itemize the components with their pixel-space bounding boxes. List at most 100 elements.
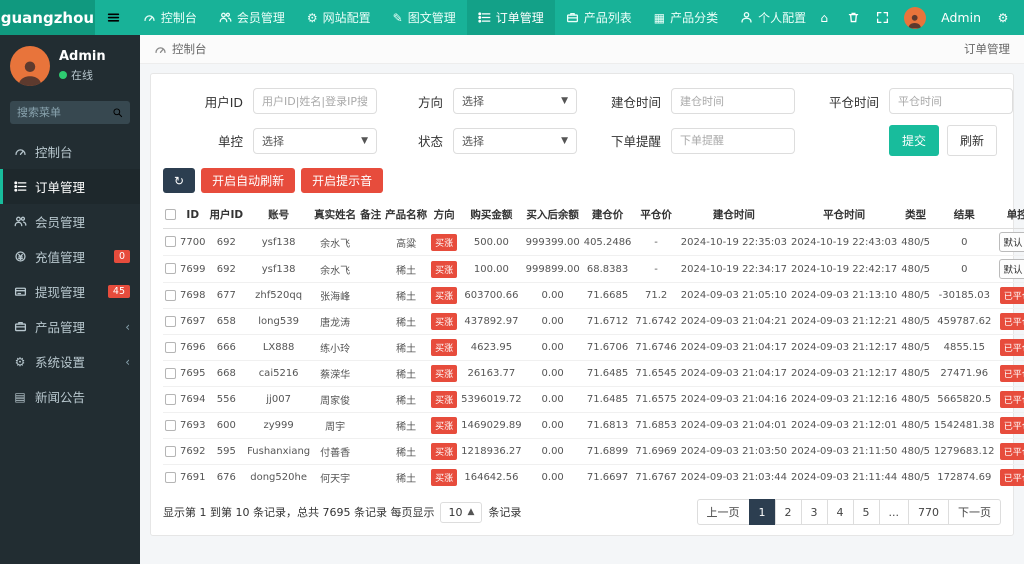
row-control-select[interactable]: 默认▾ — [998, 232, 1024, 252]
sidebar-item-label: 会员管理 — [35, 215, 86, 230]
nav-item-pen[interactable]: ✎ 图文管理 — [382, 0, 467, 35]
cell-balance: 0.00 — [523, 334, 582, 361]
closed-status-badge: 已平仓 — [999, 287, 1024, 304]
refresh-button[interactable]: 刷新 — [947, 125, 998, 156]
nav-item-briefcase[interactable]: 产品列表 — [555, 0, 643, 35]
fullscreen-icon[interactable] — [875, 11, 889, 25]
order-row: 7696 666 LX888 练小玲 稀土 买涨 4623.95 0.00 71.6706 71.… — [163, 334, 1024, 361]
nav-item-label: 订单管理 — [495, 11, 544, 25]
cell-type: 480/5 — [899, 308, 933, 335]
sidebar-item-withdraw[interactable]: 提现管理 45 — [0, 274, 140, 309]
direction-select[interactable]: 选择 ▼ — [453, 88, 577, 114]
cell-checkbox — [163, 282, 178, 309]
row-checkbox[interactable] — [165, 289, 176, 301]
per-page-select[interactable]: 10 ▲ — [440, 501, 483, 523]
nav-item-person[interactable]: 个人配置 — [729, 0, 817, 35]
chevron-up-icon: ▲ — [467, 507, 475, 517]
sidebar-item-briefcase[interactable]: 产品管理 ‹ — [0, 309, 140, 344]
select-all-header[interactable] — [163, 201, 178, 229]
row-checkbox[interactable] — [165, 419, 176, 431]
auto-refresh-button[interactable]: 开启自动刷新 — [201, 168, 296, 193]
sidebar-item-users[interactable]: 会员管理 — [0, 204, 140, 239]
row-checkbox[interactable] — [165, 315, 176, 327]
cell-control: 已平仓 — [996, 412, 1024, 439]
remind-label: 下单提醒 — [610, 134, 661, 149]
briefcase-icon — [13, 320, 27, 333]
page-button[interactable]: 1 — [748, 499, 776, 525]
row-checkbox[interactable] — [165, 393, 176, 405]
sidebar-item-list[interactable]: 订单管理 — [0, 169, 140, 204]
prev-page-button[interactable]: 上一页 — [696, 499, 750, 525]
nav-item-gauge[interactable]: 控制台 — [132, 0, 208, 35]
person-icon — [740, 11, 753, 24]
row-control-select[interactable]: 默认▾ — [998, 259, 1024, 279]
sidebar-item-label: 充值管理 — [35, 250, 86, 265]
open-time-input[interactable] — [671, 88, 795, 114]
nav-item-list[interactable]: 订单管理 — [466, 0, 555, 35]
cell-user-id: 692 — [207, 255, 246, 283]
navbar-avatar[interactable] — [904, 6, 927, 29]
home-icon[interactable]: ⌂ — [817, 11, 831, 25]
remind-input[interactable] — [671, 127, 795, 154]
cell-id: 7693 — [178, 412, 208, 439]
cell-direction: 买涨 — [429, 334, 460, 361]
cell-result: 1542481.38 — [932, 412, 997, 439]
cell-direction: 买涨 — [429, 360, 460, 387]
cell-product: 稀土 — [383, 412, 430, 439]
brand-logo[interactable]: guangzhou — [0, 0, 95, 35]
navbar-username[interactable]: Admin — [941, 10, 981, 25]
sidebar-item-recharge[interactable]: 充值管理 0 — [0, 239, 140, 274]
breadcrumb-left[interactable]: 控制台 — [172, 41, 207, 57]
cell-account: LX888 — [245, 334, 313, 361]
top-navbar: guangzhou 控制台 会员管理 ⚙ 网站配置 ✎ 图文管理 订单管理 产品列表 ▦ 产品分类… — [0, 0, 1024, 35]
row-checkbox[interactable] — [165, 367, 176, 379]
user-id-input[interactable] — [253, 88, 377, 114]
select-all-checkbox[interactable] — [165, 209, 176, 220]
sidebar-search-input[interactable] — [17, 106, 108, 119]
cell-account: dong520he — [245, 464, 313, 490]
status-select[interactable]: 选择 ▼ — [453, 127, 577, 154]
row-checkbox[interactable] — [165, 471, 176, 483]
next-page-button[interactable]: 下一页 — [948, 499, 1001, 525]
orders-card: 用户ID 方向 选择▼ 建仓时间 平仓时间 单控 选择▼ 状态 选择▼ 下单提醒… — [150, 73, 1024, 536]
control-select[interactable]: 选择 ▼ — [253, 127, 377, 154]
page-button[interactable]: 5 — [852, 499, 880, 525]
sound-on-button[interactable]: 开启提示音 — [301, 168, 384, 193]
sidebar-menu: 控制台 订单管理会员管理充值管理 0 提现管理 45 产品管理 ‹ ⚙ 系统设置 ‹ ▤ 新闻公告 — [0, 134, 140, 414]
cell-close-time: 2024-09-03 21:12:01 — [789, 412, 900, 439]
reload-button[interactable]: ↻ — [163, 168, 196, 193]
row-checkbox[interactable] — [165, 445, 176, 457]
cell-checkbox — [163, 308, 178, 335]
nav-item-users[interactable]: 会员管理 — [208, 0, 296, 35]
page-button[interactable]: 3 — [800, 499, 828, 525]
row-checkbox[interactable] — [165, 341, 176, 353]
closed-status-badge: 已平仓 — [999, 469, 1024, 486]
nav-item-grid[interactable]: ▦ 产品分类 — [643, 0, 729, 35]
direction-label: 方向 — [417, 94, 443, 110]
nav-item-gear[interactable]: ⚙ 网站配置 — [296, 0, 382, 35]
submit-button[interactable]: 提交 — [889, 125, 940, 156]
page-button[interactable]: 770 — [908, 499, 949, 525]
cell-real-name: 练小玲 — [312, 334, 359, 361]
sidebar-item-cogs[interactable]: ⚙ 系统设置 ‹ — [0, 344, 140, 379]
trash-icon[interactable] — [846, 11, 860, 25]
cell-amount: 603700.66 — [459, 282, 524, 309]
search-icon[interactable] — [112, 107, 123, 118]
row-checkbox[interactable] — [165, 236, 176, 248]
cell-account: jj007 — [245, 386, 313, 413]
cell-checkbox — [163, 438, 178, 465]
sidebar-avatar[interactable] — [10, 46, 50, 86]
close-time-input[interactable] — [889, 88, 1013, 114]
row-checkbox[interactable] — [165, 263, 176, 275]
navbar-menu: 控制台 会员管理 ⚙ 网站配置 ✎ 图文管理 订单管理 产品列表 ▦ 产品分类 个人配置 — [132, 0, 817, 35]
cell-open-time: 2024-09-03 21:04:17 — [678, 334, 789, 361]
page-button[interactable]: 2 — [774, 499, 802, 525]
hamburger-icon[interactable] — [95, 0, 132, 35]
cell-id: 7699 — [178, 255, 208, 283]
page-button[interactable]: 4 — [826, 499, 854, 525]
sidebar-item-news[interactable]: ▤ 新闻公告 — [0, 379, 140, 414]
withdraw-icon — [13, 285, 27, 298]
sidebar-item-gauge[interactable]: 控制台 — [0, 134, 140, 169]
settings-gears-icon[interactable]: ⚙ — [996, 11, 1010, 25]
cell-id: 7696 — [178, 334, 208, 361]
